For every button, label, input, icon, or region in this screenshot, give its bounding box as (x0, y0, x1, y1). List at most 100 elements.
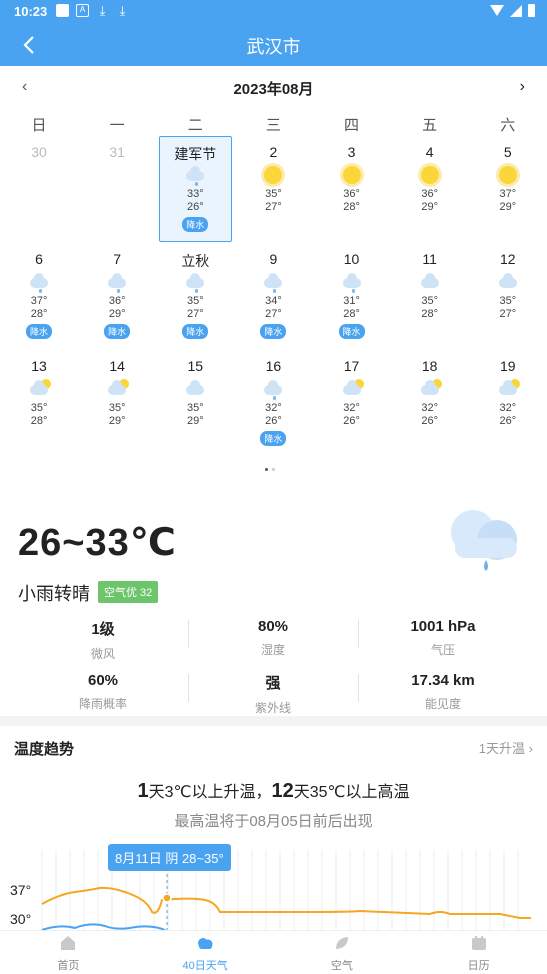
day-label: 18 (421, 358, 438, 374)
calendar-day[interactable]: 30 (0, 136, 78, 243)
stat-value: 强 (265, 675, 281, 692)
trend-text: 天35℃以上高温 (293, 784, 410, 801)
low-temp: 26° (343, 415, 360, 427)
weekday-label: 六 (500, 117, 516, 134)
calendar-day[interactable]: 9 34° 27° 降水 (234, 243, 312, 350)
partly-cloudy-icon (27, 379, 52, 399)
divider (188, 620, 189, 648)
selected-point[interactable] (162, 893, 172, 903)
wifi-icon (490, 5, 504, 16)
weekday-label: 五 (422, 117, 438, 134)
sun-icon (261, 165, 285, 185)
stat-humidity: 80% 湿度 (188, 612, 358, 666)
day-label: 9 (269, 251, 278, 267)
calendar-day[interactable]: 2 35° 27° (234, 136, 312, 243)
high-temp: 36° (108, 295, 126, 307)
tab-40-day-weather[interactable]: 40日天气 (137, 931, 274, 974)
calendar-day[interactable]: 19 32° 26° (469, 350, 547, 457)
trend-count: 1 (137, 780, 149, 802)
next-month-chevron-icon[interactable]: › (520, 78, 525, 96)
calendar-day[interactable]: 14 35° 29° (78, 350, 156, 457)
day-label: 31 (109, 144, 125, 160)
calendar-week-row: 13 35° 28° 14 35° 29° 15 35° 29° 16 32° 26° 降水 17 32° 2… (0, 350, 547, 457)
low-temp: 29° (499, 201, 517, 213)
low-temp: 26° (265, 415, 282, 427)
calendar-grid: 30 31 建军节 33° 26° 降水 2 35° 27° 3 36° 28° 4 36° 29° 5 37°… (0, 136, 547, 457)
temperature-trend-chart[interactable]: 37° 30° (0, 842, 547, 932)
trend-tooltip: 8月11日 阴 28~35° (108, 844, 231, 871)
app-notification-icon: A (76, 4, 89, 17)
high-temp: 36° (343, 188, 360, 200)
precipitation-badge: 降水 (104, 324, 131, 339)
calendar-day[interactable]: 4 36° 29° (391, 136, 469, 243)
page-dot (272, 468, 275, 471)
calendar-day[interactable]: 12 35° 27° (469, 243, 547, 350)
stat-wind: 1级 微风 (18, 612, 188, 666)
section-divider (0, 716, 547, 726)
calendar-day[interactable]: 7 36° 29° 降水 (78, 243, 156, 350)
status-time: 10:23 (14, 4, 48, 19)
light-rain-cloud-icon (451, 510, 517, 571)
high-temp: 36° (421, 188, 438, 200)
high-temp: 35° (30, 402, 48, 414)
tab-label: 空气 (330, 960, 353, 972)
tab-calendar[interactable]: 日历 (410, 931, 547, 974)
calendar-day-selected[interactable]: 建军节 33° 26° 降水 (156, 136, 234, 243)
download-icon: ⤓ (99, 3, 106, 18)
low-temp: 28° (343, 308, 360, 320)
notification-icon (56, 4, 69, 17)
calendar-day[interactable]: 31 (78, 136, 156, 243)
low-temp: 26° (421, 415, 438, 427)
tab-air[interactable]: 空气 (274, 931, 411, 974)
trend-text: 天3℃以上升温， (148, 784, 272, 801)
partly-cloudy-icon (418, 379, 442, 399)
cloud-icon (198, 938, 213, 949)
stat-pressure: 1001 hPa 气压 (358, 612, 528, 666)
calendar-day[interactable]: 16 32° 26° 降水 (234, 350, 312, 457)
calendar-day[interactable]: 11 35° 28° (391, 243, 469, 350)
stat-label: 微风 (90, 647, 115, 661)
day-label: 11 (422, 251, 437, 267)
calendar-day[interactable]: 3 36° 28° (313, 136, 391, 243)
sun-icon (496, 165, 520, 185)
cloud-icon (418, 272, 442, 292)
trend-link[interactable]: 1天升温 › (479, 738, 533, 757)
calendar-day[interactable]: 10 31° 28° 降水 (313, 243, 391, 350)
calendar-day[interactable]: 13 35° 28° (0, 350, 78, 457)
leaf-icon (335, 937, 348, 949)
calendar-day[interactable]: 17 32° 26° (313, 350, 391, 457)
cloud-icon (496, 272, 520, 292)
low-temp: 26° (499, 415, 517, 427)
month-navigator: ‹ 2023年08月 › (0, 74, 547, 100)
high-temp: 35° (186, 402, 204, 414)
air-quality-badge[interactable]: 空气优 32 (98, 581, 159, 603)
day-label: 30 (31, 144, 47, 160)
high-temp: 33° (186, 188, 204, 200)
calendar-day[interactable]: 18 32° 26° (391, 350, 469, 457)
app-bar: 武汉市 (0, 24, 547, 66)
rain-cloud-icon (27, 272, 51, 293)
tab-home[interactable]: 首页 (0, 931, 137, 974)
stat-value: 1级 (91, 621, 115, 638)
high-temp: 32° (265, 402, 282, 414)
day-label: 4 (425, 144, 434, 160)
tab-label: 40日天气 (182, 960, 228, 972)
day-label: 7 (113, 251, 122, 267)
rain-cloud-icon (340, 272, 364, 293)
chevron-right-icon: › (528, 741, 533, 756)
current-month: 2023年08月 (233, 81, 314, 98)
high-temp: 31° (343, 295, 360, 307)
day-label: 2 (269, 144, 278, 160)
low-temp: 28° (30, 415, 48, 427)
day-label: 12 (500, 251, 516, 267)
calendar-day[interactable]: 15 35° 29° (156, 350, 234, 457)
partly-cloudy-icon (105, 379, 130, 399)
calendar-day[interactable]: 立秋 35° 27° 降水 (156, 243, 234, 350)
high-temp: 35° (421, 295, 438, 307)
calendar-day[interactable]: 6 37° 28° 降水 (0, 243, 78, 350)
low-temp: 29° (186, 415, 204, 427)
stat-value: 1001 hPa (410, 618, 476, 635)
calendar-day[interactable]: 5 37° 29° (469, 136, 547, 243)
y-axis-label: 37° (10, 882, 31, 898)
bottom-navigation: 首页 40日天气 空气 日历 (0, 930, 547, 974)
